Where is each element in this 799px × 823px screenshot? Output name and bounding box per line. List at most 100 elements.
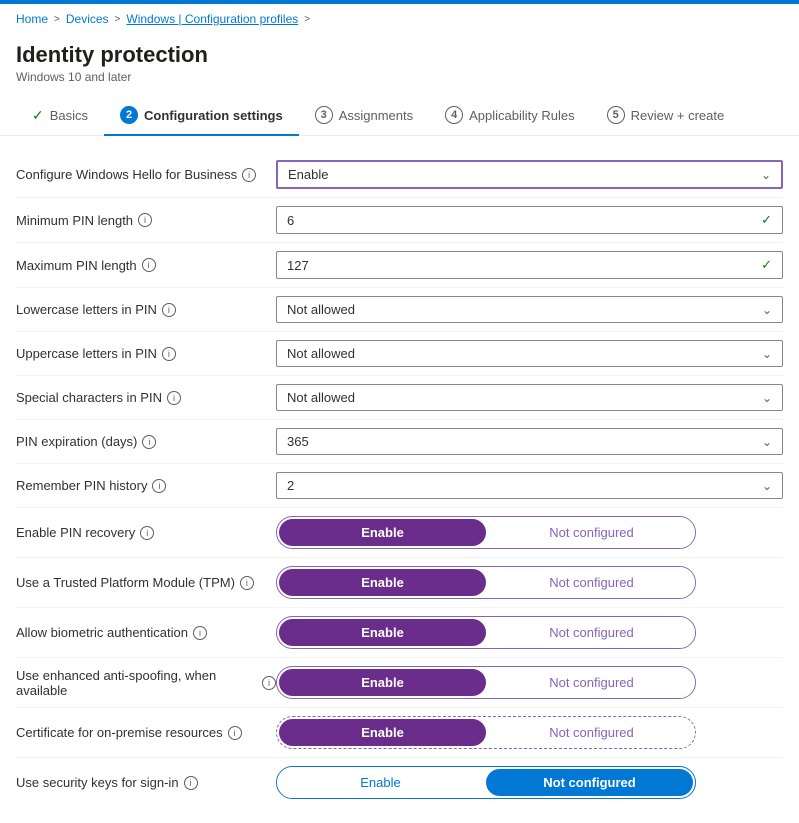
toggle-biometric[interactable]: Enable Not configured [276, 616, 783, 649]
info-icon-configure-hello[interactable]: i [242, 168, 256, 182]
info-icon-certificate[interactable]: i [228, 726, 242, 740]
tab-assignments[interactable]: 3 Assignments [299, 96, 429, 136]
tab-basics-check-icon: ✓ [32, 107, 44, 124]
tab-review-label: Review + create [631, 108, 725, 123]
toggle-antispoofing[interactable]: Enable Not configured [276, 666, 783, 699]
info-icon-expiration[interactable]: i [142, 435, 156, 449]
toggle-tpm-notconfigured[interactable]: Not configured [488, 567, 695, 598]
label-uppercase: Uppercase letters in PIN i [16, 346, 276, 361]
toggle-certificate[interactable]: Enable Not configured [276, 716, 783, 749]
breadcrumb-devices[interactable]: Devices [66, 12, 109, 26]
info-icon-history[interactable]: i [152, 479, 166, 493]
page-subtitle: Windows 10 and later [16, 70, 783, 84]
form-content: Configure Windows Hello for Business i E… [0, 136, 799, 823]
toggle-securitykeys-notconfigured[interactable]: Not configured [486, 769, 693, 796]
toggle-biometric-notconfigured[interactable]: Not configured [488, 617, 695, 648]
row-biometric: Allow biometric authentication i Enable … [16, 607, 783, 657]
breadcrumb-config-profiles[interactable]: Windows | Configuration profiles [126, 12, 298, 26]
toggle-tpm-enable[interactable]: Enable [279, 569, 486, 596]
breadcrumb-sep-1: > [54, 14, 60, 25]
row-securitykeys: Use security keys for sign-in i Enable N… [16, 757, 783, 807]
tab-config[interactable]: 2 Configuration settings [104, 96, 299, 136]
toggle-certificate-notconfigured[interactable]: Not configured [488, 717, 695, 748]
row-lowercase: Lowercase letters in PIN i Not allowed ⌄ [16, 287, 783, 331]
label-antispoofing: Use enhanced anti-spoofing, when availab… [16, 668, 276, 698]
toggle-recovery[interactable]: Enable Not configured [276, 516, 783, 549]
tab-applicability[interactable]: 4 Applicability Rules [429, 96, 591, 136]
label-recovery: Enable PIN recovery i [16, 525, 276, 540]
tab-applicability-num: 4 [445, 106, 463, 124]
row-configure-hello: Configure Windows Hello for Business i E… [16, 152, 783, 197]
label-lowercase: Lowercase letters in PIN i [16, 302, 276, 317]
toggle-recovery-notconfigured[interactable]: Not configured [488, 517, 695, 548]
row-min-pin: Minimum PIN length i 6 ✓ [16, 197, 783, 242]
chevron-down-icon-4: ⌄ [762, 391, 772, 405]
valid-check-min-pin: ✓ [761, 212, 772, 228]
row-expiration: PIN expiration (days) i 365 ⌄ [16, 419, 783, 463]
row-special: Special characters in PIN i Not allowed … [16, 375, 783, 419]
info-icon-recovery[interactable]: i [140, 526, 154, 540]
dropdown-expiration[interactable]: 365 ⌄ [276, 428, 783, 455]
label-min-pin: Minimum PIN length i [16, 213, 276, 228]
toggle-tpm[interactable]: Enable Not configured [276, 566, 783, 599]
dropdown-uppercase[interactable]: Not allowed ⌄ [276, 340, 783, 367]
page-header: Identity protection Windows 10 and later [0, 34, 799, 96]
row-uppercase: Uppercase letters in PIN i Not allowed ⌄ [16, 331, 783, 375]
info-icon-tpm[interactable]: i [240, 576, 254, 590]
breadcrumb: Home > Devices > Windows | Configuration… [0, 4, 799, 34]
label-special: Special characters in PIN i [16, 390, 276, 405]
chevron-down-icon-3: ⌄ [762, 347, 772, 361]
chevron-down-icon: ⌄ [761, 168, 771, 182]
tab-basics[interactable]: ✓ Basics [16, 97, 104, 136]
label-expiration: PIN expiration (days) i [16, 434, 276, 449]
row-certificate: Certificate for on-premise resources i E… [16, 707, 783, 757]
row-antispoofing: Use enhanced anti-spoofing, when availab… [16, 657, 783, 707]
toggle-biometric-enable[interactable]: Enable [279, 619, 486, 646]
row-max-pin: Maximum PIN length i 127 ✓ [16, 242, 783, 287]
chevron-down-icon-2: ⌄ [762, 303, 772, 317]
input-min-pin[interactable]: 6 ✓ [276, 206, 783, 234]
label-biometric: Allow biometric authentication i [16, 625, 276, 640]
tab-applicability-label: Applicability Rules [469, 108, 575, 123]
dropdown-lowercase[interactable]: Not allowed ⌄ [276, 296, 783, 323]
chevron-down-icon-6: ⌄ [762, 479, 772, 493]
toggle-antispoofing-notconfigured[interactable]: Not configured [488, 667, 695, 698]
info-icon-max-pin[interactable]: i [142, 258, 156, 272]
tab-config-num: 2 [120, 106, 138, 124]
tab-assignments-num: 3 [315, 106, 333, 124]
chevron-down-icon-5: ⌄ [762, 435, 772, 449]
label-certificate: Certificate for on-premise resources i [16, 725, 276, 740]
info-icon-securitykeys[interactable]: i [184, 776, 198, 790]
label-configure-hello: Configure Windows Hello for Business i [16, 167, 276, 182]
toggle-securitykeys-enable[interactable]: Enable [277, 767, 484, 798]
breadcrumb-sep-2: > [115, 14, 121, 25]
info-icon-lowercase[interactable]: i [162, 303, 176, 317]
breadcrumb-sep-3: > [304, 14, 310, 25]
tab-review-num: 5 [607, 106, 625, 124]
tab-assignments-label: Assignments [339, 108, 413, 123]
toggle-certificate-enable[interactable]: Enable [279, 719, 486, 746]
toggle-securitykeys[interactable]: Enable Not configured [276, 766, 783, 799]
tab-review[interactable]: 5 Review + create [591, 96, 741, 136]
tabs-bar: ✓ Basics 2 Configuration settings 3 Assi… [0, 96, 799, 136]
info-icon-uppercase[interactable]: i [162, 347, 176, 361]
row-recovery: Enable PIN recovery i Enable Not configu… [16, 507, 783, 557]
dropdown-configure-hello[interactable]: Enable ⌄ [276, 160, 783, 189]
row-tpm: Use a Trusted Platform Module (TPM) i En… [16, 557, 783, 607]
info-icon-antispoofing[interactable]: i [262, 676, 276, 690]
info-icon-special[interactable]: i [167, 391, 181, 405]
info-icon-min-pin[interactable]: i [138, 213, 152, 227]
label-tpm: Use a Trusted Platform Module (TPM) i [16, 575, 276, 590]
label-history: Remember PIN history i [16, 478, 276, 493]
toggle-antispoofing-enable[interactable]: Enable [279, 669, 486, 696]
info-icon-biometric[interactable]: i [193, 626, 207, 640]
breadcrumb-home[interactable]: Home [16, 12, 48, 26]
dropdown-special[interactable]: Not allowed ⌄ [276, 384, 783, 411]
label-securitykeys: Use security keys for sign-in i [16, 775, 276, 790]
valid-check-max-pin: ✓ [761, 257, 772, 273]
label-max-pin: Maximum PIN length i [16, 258, 276, 273]
page-title: Identity protection [16, 42, 783, 68]
dropdown-history[interactable]: 2 ⌄ [276, 472, 783, 499]
toggle-recovery-enable[interactable]: Enable [279, 519, 486, 546]
input-max-pin[interactable]: 127 ✓ [276, 251, 783, 279]
